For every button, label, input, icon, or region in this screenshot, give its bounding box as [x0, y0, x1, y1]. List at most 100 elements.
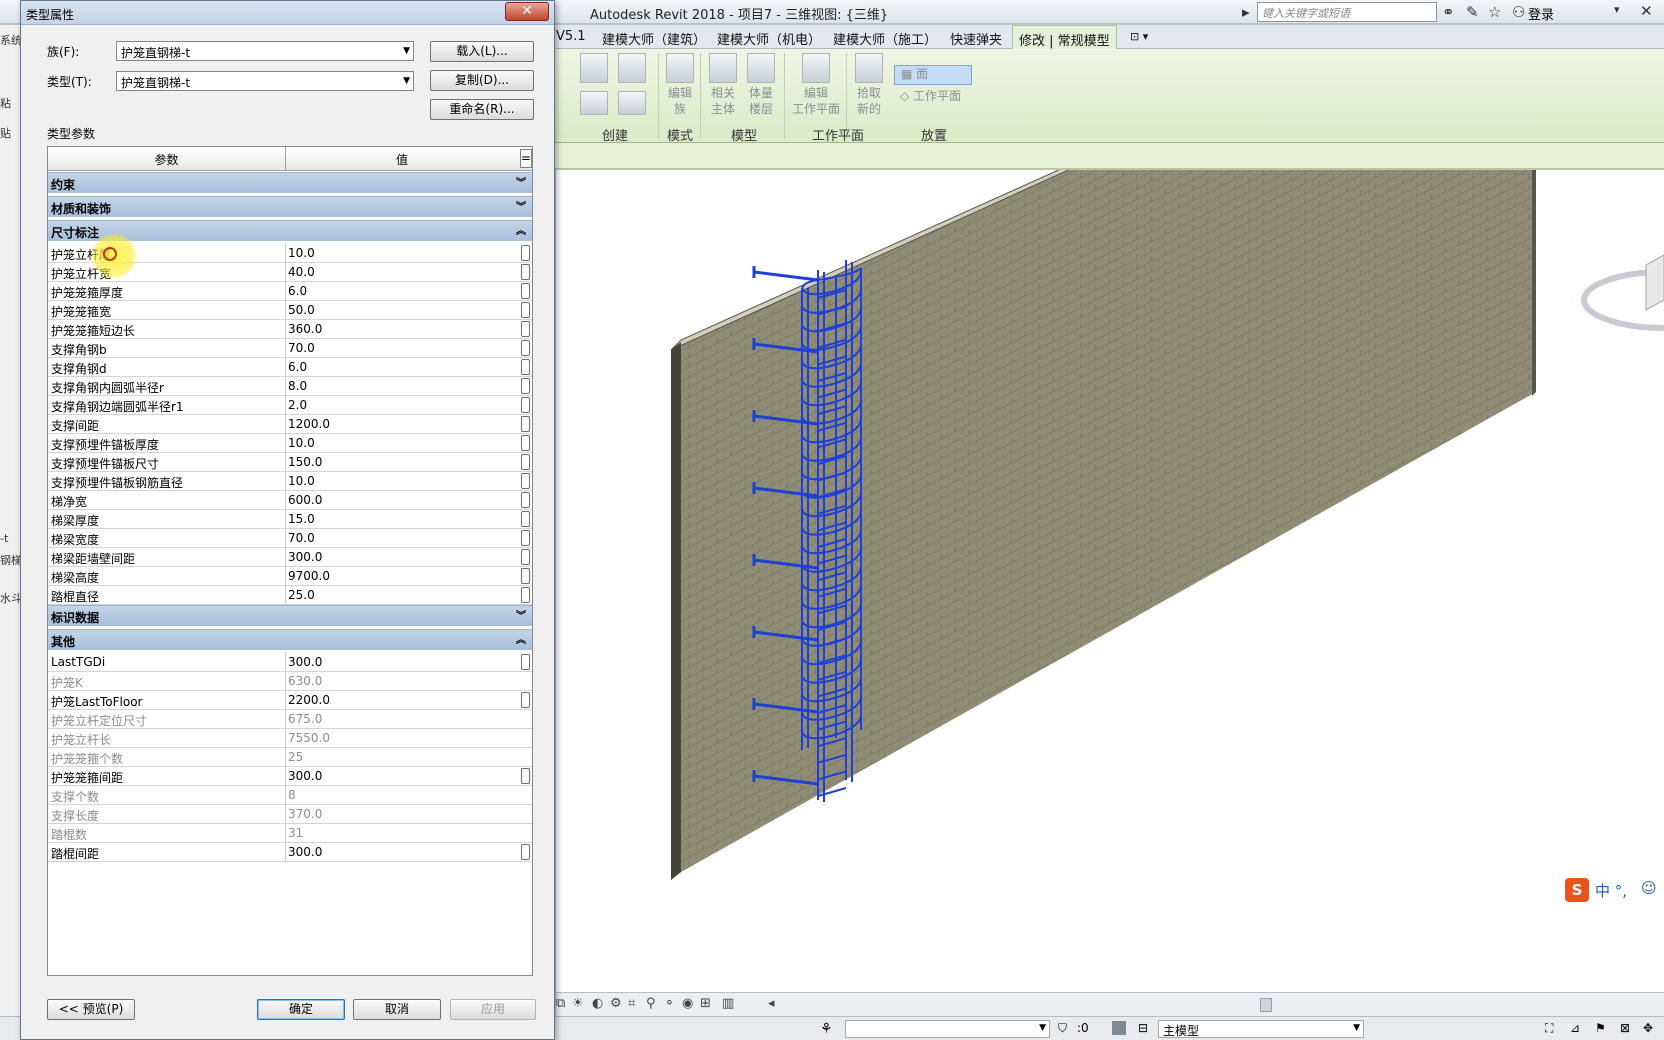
select-links-icon[interactable]: ⛶: [1545, 1021, 1553, 1036]
associate-parameter-button[interactable]: [521, 359, 530, 375]
parameter-row[interactable]: 支撑预埋件锚板钢筋直径 10.0: [48, 471, 532, 491]
associate-parameter-button[interactable]: [521, 549, 530, 565]
parameter-row[interactable]: 支撑个数 8: [48, 785, 532, 805]
associate-parameter-button[interactable]: [521, 511, 530, 527]
dropdown-arrow-icon[interactable]: ▾: [1614, 3, 1620, 16]
group-header[interactable]: 标识数据 ︾: [48, 605, 532, 626]
parameter-value[interactable]: 300.0: [288, 769, 518, 783]
parameter-value[interactable]: 10.0: [288, 246, 518, 260]
family-combobox[interactable]: 护笼直钢梯-t ▼: [116, 41, 414, 61]
highlight-icon[interactable]: ▥: [722, 996, 734, 1011]
select-by-face-icon[interactable]: ⊠: [1620, 1021, 1630, 1035]
filter-icon[interactable]: ⛉: [1058, 1021, 1067, 1036]
parameter-value[interactable]: 2.0: [288, 398, 518, 412]
associate-parameter-button[interactable]: [521, 340, 530, 356]
parameter-value[interactable]: 6.0: [288, 360, 518, 374]
column-header-formula[interactable]: =: [520, 149, 532, 168]
parameter-row[interactable]: 梯净宽 600.0: [48, 490, 532, 510]
workset-dropdown[interactable]: ▼: [845, 1020, 1050, 1038]
tab-modify-generic-model[interactable]: 修改 | 常规模型: [1012, 25, 1117, 50]
editable-only-icon[interactable]: ⊟: [1138, 1021, 1148, 1035]
lock-icon[interactable]: ⚲: [646, 996, 656, 1011]
star-icon[interactable]: ☆: [1488, 3, 1501, 21]
login-button[interactable]: 登录: [1528, 4, 1554, 23]
parameter-value[interactable]: 15.0: [288, 512, 518, 526]
view-cube[interactable]: [1581, 254, 1664, 331]
select-pinned-icon[interactable]: ⚑: [1595, 1021, 1606, 1035]
analytical-icon[interactable]: ⊞: [700, 996, 711, 1011]
parameter-value[interactable]: 9700.0: [288, 569, 518, 583]
parameter-row[interactable]: 护笼笼箍个数 25: [48, 747, 532, 767]
worksets-icon[interactable]: ⚘: [820, 1021, 833, 1037]
column-header-parameter[interactable]: 参数: [48, 151, 285, 168]
user-icon[interactable]: ⚇: [1512, 3, 1525, 21]
parameter-value[interactable]: 70.0: [288, 341, 518, 355]
cancel-button[interactable]: 取消: [353, 999, 441, 1020]
tab-modeling-mep[interactable]: 建模大师（机电）: [717, 29, 821, 48]
preview-button[interactable]: << 预览(P): [47, 999, 135, 1020]
apply-button[interactable]: 应用: [450, 999, 536, 1020]
group-header[interactable]: 其他 ︽: [48, 629, 532, 650]
scroll-left-icon[interactable]: ◂: [768, 996, 775, 1011]
crop-icon[interactable]: ⌗: [628, 996, 635, 1011]
group-header[interactable]: 约束 ︾: [48, 172, 532, 193]
mass-floors-button[interactable]: 体量 楼层: [744, 53, 778, 117]
binoculars-icon[interactable]: ⚭: [1442, 3, 1455, 21]
parameter-row[interactable]: 支撑预埋件锚板尺寸 150.0: [48, 452, 532, 472]
associate-parameter-button[interactable]: [521, 692, 530, 708]
associate-parameter-button[interactable]: [521, 492, 530, 508]
create-button-1[interactable]: [580, 53, 608, 85]
parameter-row[interactable]: 梯梁高度 9700.0: [48, 566, 532, 586]
parameter-value[interactable]: 150.0: [288, 455, 518, 469]
reveal-icon[interactable]: ◉: [682, 996, 693, 1011]
drag-on-selection-icon[interactable]: ✥: [1643, 1021, 1653, 1035]
dialog-title-bar[interactable]: 类型属性 ✕: [21, 1, 554, 25]
associate-parameter-button[interactable]: [521, 302, 530, 318]
parameter-row[interactable]: 梯梁厚度 15.0: [48, 509, 532, 529]
close-icon[interactable]: ✕: [1640, 2, 1653, 20]
shadows-icon[interactable]: ◐: [592, 996, 603, 1011]
search-input[interactable]: 键入关键字或短语: [1257, 2, 1437, 22]
parameter-row[interactable]: 护笼立杆长 7550.0: [48, 728, 532, 748]
sun-path-icon[interactable]: ☀: [572, 996, 584, 1011]
expand-chevron-icon[interactable]: ︾: [516, 174, 526, 189]
visual-style-icon[interactable]: ⧉: [556, 996, 565, 1011]
parameter-value[interactable]: 2200.0: [288, 693, 518, 707]
load-button[interactable]: 载入(L)...: [430, 41, 534, 62]
parameter-value[interactable]: 10.0: [288, 474, 518, 488]
parameter-row[interactable]: 踏棍数 31: [48, 823, 532, 843]
select-underlay-icon[interactable]: ⊿: [1570, 1021, 1580, 1035]
parameter-row[interactable]: 支撑预埋件锚板厚度 10.0: [48, 433, 532, 453]
parameter-row[interactable]: 护笼立杆定位尺寸 675.0: [48, 709, 532, 729]
associate-parameter-button[interactable]: [521, 397, 530, 413]
associate-parameter-button[interactable]: [521, 378, 530, 394]
parameter-row[interactable]: 踏棍直径 25.0: [48, 585, 532, 605]
pick-new-button[interactable]: 拾取 新的: [850, 53, 888, 117]
ribbon-minimize-icon[interactable]: ⊡ ▾: [1130, 30, 1148, 43]
associate-parameter-button[interactable]: [521, 435, 530, 451]
column-header-value[interactable]: 值: [286, 151, 518, 168]
design-options-icon[interactable]: [1112, 1021, 1126, 1035]
parameter-row[interactable]: 支撑角钢内圆弧半径r 8.0: [48, 376, 532, 396]
parameter-value[interactable]: 40.0: [288, 265, 518, 279]
create-button-4[interactable]: [618, 91, 646, 117]
parameter-row[interactable]: 护笼笼箍厚度 6.0: [48, 281, 532, 301]
tab-quick-clip[interactable]: 快速弹夹: [950, 29, 1002, 48]
parameter-row[interactable]: 护笼LastToFloor 2200.0: [48, 690, 532, 710]
dialog-close-button[interactable]: ✕: [505, 2, 549, 21]
parameter-value[interactable]: 360.0: [288, 322, 518, 336]
parameter-value[interactable]: 300.0: [288, 655, 518, 669]
associate-parameter-button[interactable]: [521, 416, 530, 432]
rename-button[interactable]: 重命名(R)...: [430, 99, 534, 120]
parameter-value[interactable]: 600.0: [288, 493, 518, 507]
type-combobox[interactable]: 护笼直钢梯-t ▼: [116, 71, 414, 91]
create-button-2[interactable]: [618, 53, 646, 85]
associate-parameter-button[interactable]: [521, 245, 530, 261]
parameter-row[interactable]: 支撑角钢b 70.0: [48, 338, 532, 358]
horizontal-scrollbar-thumb[interactable]: [1260, 998, 1272, 1012]
parameter-value[interactable]: 6.0: [288, 284, 518, 298]
expand-chevron-icon[interactable]: ︾: [516, 607, 526, 622]
ime-toolbar[interactable]: S 中 °, ☺: [1565, 876, 1664, 904]
parameter-row[interactable]: 梯梁距墙壁间距 300.0: [48, 547, 532, 567]
parameter-value[interactable]: 50.0: [288, 303, 518, 317]
